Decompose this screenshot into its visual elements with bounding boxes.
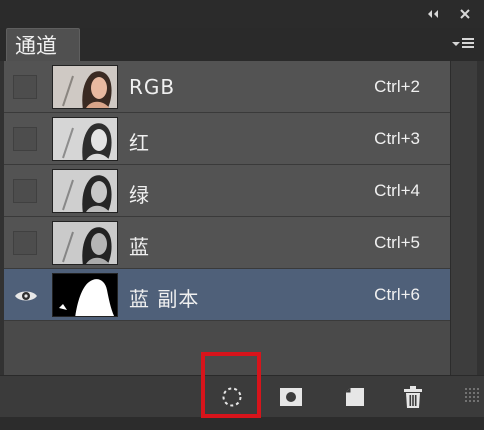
channel-shortcut: Ctrl+5 (374, 233, 420, 252)
channel-row-green[interactable]: 绿 Ctrl+4 (4, 165, 450, 217)
channel-list: RGB Ctrl+2 红 Ctrl+3 绿 Ctrl+4 蓝 Ctrl+5 蓝 … (4, 61, 450, 375)
channel-thumbnail (52, 273, 118, 317)
channel-thumbnail (52, 65, 118, 109)
channel-name: 蓝 (129, 235, 150, 259)
visibility-toggle[interactable] (13, 283, 37, 307)
panel-tabbar: 通道 (0, 28, 484, 61)
visibility-toggle[interactable] (13, 75, 37, 99)
eye-icon (15, 291, 37, 301)
panel-titlebar (0, 0, 484, 29)
channel-shortcut: Ctrl+4 (374, 181, 420, 200)
channel-shortcut: Ctrl+2 (374, 77, 420, 96)
close-icon[interactable] (456, 5, 474, 23)
channel-thumbnail (52, 221, 118, 265)
channel-shortcut: Ctrl+3 (374, 129, 420, 148)
channel-name: RGB (129, 75, 176, 99)
channel-row-blue-copy[interactable]: 蓝 副本 Ctrl+6 (4, 269, 450, 321)
channel-name: 绿 (129, 183, 150, 207)
vertical-scrollbar[interactable] (450, 61, 477, 375)
channel-row-blue[interactable]: 蓝 Ctrl+5 (4, 217, 450, 269)
channel-name: 红 (129, 131, 150, 155)
tab-channels[interactable]: 通道 (6, 28, 80, 61)
channel-thumbnail (52, 169, 118, 213)
double-chevron-left-icon[interactable] (424, 5, 442, 23)
new-channel-icon[interactable] (340, 382, 370, 412)
channel-shortcut: Ctrl+6 (374, 285, 420, 304)
resize-grip-icon[interactable] (464, 387, 480, 403)
channel-name: 蓝 副本 (129, 287, 200, 311)
visibility-toggle[interactable] (13, 179, 37, 203)
trash-icon[interactable] (398, 382, 428, 412)
channel-row-red[interactable]: 红 Ctrl+3 (4, 113, 450, 165)
channel-thumbnail (52, 117, 118, 161)
visibility-toggle[interactable] (13, 231, 37, 255)
panel-menu-icon[interactable] (450, 34, 476, 54)
highlight-annotation-box (201, 352, 261, 418)
save-selection-as-channel-icon[interactable] (276, 382, 306, 412)
channel-row-rgb[interactable]: RGB Ctrl+2 (4, 61, 450, 113)
panel-footer (0, 417, 484, 430)
tab-channels-label: 通道 (15, 34, 57, 58)
visibility-toggle[interactable] (13, 127, 37, 151)
